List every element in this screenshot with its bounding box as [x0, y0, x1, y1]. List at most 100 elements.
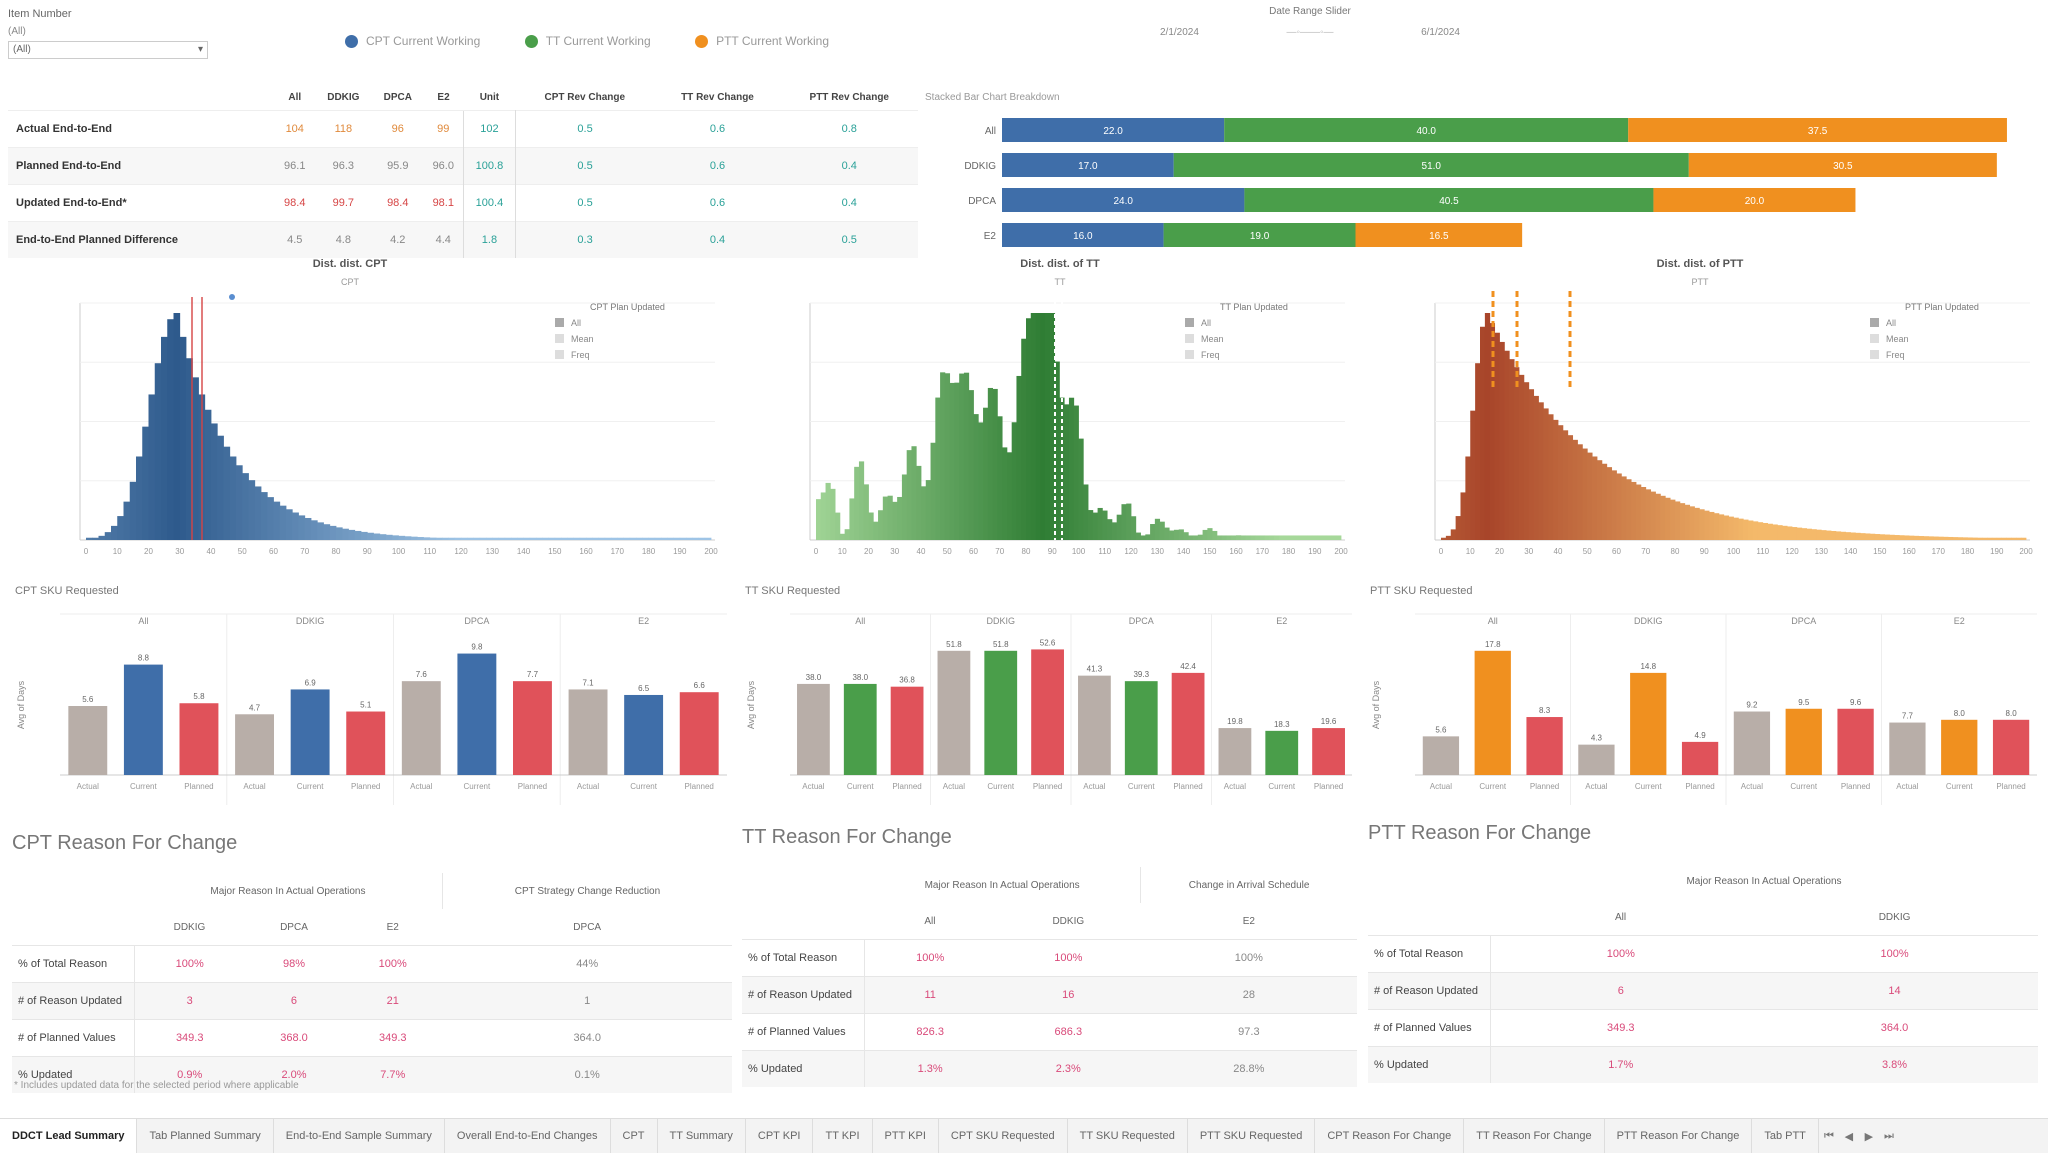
bar — [457, 653, 497, 775]
sheet-tab[interactable]: DDCT Lead Summary — [0, 1119, 138, 1153]
hist-title: Dist. dist. of TT — [1020, 258, 1100, 270]
prev-tab-icon[interactable]: ◀ — [1839, 1130, 1859, 1143]
bar-x-label: Current — [847, 782, 874, 791]
bar — [346, 711, 386, 775]
hist-tick-label: 100 — [1727, 547, 1741, 556]
hist-bar — [1948, 536, 1954, 540]
bar-x-label: Current — [1268, 782, 1295, 791]
hist-bar — [567, 537, 574, 540]
hist-bar — [1870, 533, 1876, 540]
hist-bar — [1650, 491, 1656, 540]
hist-bar — [1562, 430, 1569, 540]
hist-bar — [2016, 537, 2022, 540]
reason-row: % Updated 1.3% 2.3% 28.8% — [742, 1050, 1357, 1087]
bar — [1681, 741, 1719, 775]
hist-bar — [461, 537, 468, 540]
sheet-tab[interactable]: CPT — [611, 1119, 658, 1153]
hist-tick-label: 80 — [1671, 547, 1680, 556]
sheet-tab[interactable]: TT KPI — [813, 1119, 873, 1153]
reason-title: TT Reason For Change — [742, 826, 952, 848]
bar — [290, 689, 330, 775]
sheet-tab[interactable]: PTT SKU Requested — [1188, 1119, 1316, 1153]
sheet-tab[interactable]: CPT Reason For Change — [1315, 1119, 1465, 1153]
legend-item-tt[interactable]: TT Current Working — [524, 34, 651, 48]
next-tab-icon[interactable]: ▶ — [1859, 1130, 1879, 1143]
summary-col-header: CPT Rev Change — [544, 91, 626, 103]
sheet-tab[interactable]: PTT KPI — [873, 1119, 939, 1153]
bar — [843, 683, 877, 775]
hist-bar — [1528, 389, 1535, 540]
hist-bar — [1221, 535, 1227, 540]
hist-bar — [704, 537, 712, 540]
hist-bar — [1884, 534, 1890, 540]
hist-bar — [1840, 531, 1847, 540]
sheet-tab[interactable]: TT Reason For Change — [1464, 1119, 1605, 1153]
hist-bar — [1835, 531, 1842, 540]
hist-bar — [1441, 537, 1447, 540]
hist-bar — [317, 522, 324, 540]
summary-cell: 0.6 — [654, 147, 781, 185]
sheet-tab[interactable]: Tab PTT — [1752, 1119, 1819, 1153]
hist-bar — [1904, 535, 1910, 540]
range-start[interactable]: 2/1/2024 — [1160, 27, 1199, 38]
hist-bar — [386, 534, 393, 540]
bar-x-label: Planned — [1530, 782, 1559, 791]
hist-bar — [1738, 518, 1744, 540]
bar — [179, 703, 219, 775]
bar-value-label: 6.5 — [638, 684, 650, 693]
corner-cell — [12, 909, 134, 946]
ptt-histogram: Dist. dist. of PTT PTT 0 10 20 30 40 50 60 70 80 90… — [1434, 258, 2033, 556]
last-tab-icon[interactable]: ⏭ — [1879, 1130, 1899, 1143]
hist-bar — [1679, 503, 1686, 540]
range-track[interactable]: —◦——◦— — [1286, 27, 1333, 38]
hist-bar — [1145, 534, 1151, 540]
hist-legend-title: PTT Plan Updated — [1905, 302, 1979, 312]
sheet-tab[interactable]: PTT Reason For Change — [1605, 1119, 1753, 1153]
hist-tick-label: 70 — [300, 547, 309, 556]
hist-bar — [248, 480, 256, 540]
stacked-row-label: DPCA — [968, 196, 996, 207]
hist-bar — [1645, 489, 1652, 540]
bar — [568, 689, 608, 775]
bar-x-label: Actual — [1585, 782, 1607, 791]
reason-row: % of Total Reason 100% 98% 100% 44% — [12, 945, 732, 983]
sheet-tab[interactable]: TT Summary — [658, 1119, 746, 1153]
filter-select[interactable]: (All) ▾ — [8, 41, 208, 59]
bar-x-label: Current — [297, 782, 324, 791]
hist-bar — [854, 466, 860, 540]
sheet-tab[interactable]: CPT KPI — [746, 1119, 814, 1153]
hist-bar — [987, 387, 993, 540]
ptt-reason-section: PTT Reason For Change Major Reason In Ac… — [1368, 822, 2038, 1083]
hist-bar — [1307, 535, 1313, 540]
hist-tick-label: 190 — [1990, 547, 2004, 556]
bar-value-label: 42.4 — [1180, 662, 1196, 671]
hist-tick-label: 140 — [517, 547, 531, 556]
sheet-tab[interactable]: CPT SKU Requested — [939, 1119, 1068, 1153]
hist-bar — [858, 461, 865, 540]
hist-bar — [1558, 425, 1564, 540]
first-tab-icon[interactable]: ⏮ — [1819, 1130, 1839, 1143]
bar-x-label: Current — [987, 782, 1014, 791]
sheet-tab[interactable]: Tab Planned Summary — [137, 1119, 274, 1153]
legend-item-cpt[interactable]: CPT Current Working — [345, 34, 480, 48]
hist-bar — [98, 535, 106, 540]
hist-bar — [1207, 528, 1213, 540]
hist-bar — [1621, 476, 1627, 540]
range-end[interactable]: 6/1/2024 — [1421, 27, 1460, 38]
bar-value-label: 9.2 — [1746, 701, 1758, 710]
sheet-tab[interactable]: TT SKU Requested — [1068, 1119, 1188, 1153]
hist-bar — [142, 426, 149, 540]
bar-x-label: Planned — [1173, 782, 1202, 791]
hist-bar — [968, 390, 974, 540]
legend-item-ptt[interactable]: PTT Current Working — [695, 34, 829, 48]
hist-bar — [1068, 397, 1075, 540]
bar-value-label: 8.8 — [138, 654, 150, 663]
sheet-tab[interactable]: End-to-End Sample Summary — [274, 1119, 445, 1153]
filter-option[interactable]: (All) — [8, 26, 208, 37]
sheet-tab[interactable]: Overall End-to-End Changes — [445, 1119, 611, 1153]
bar — [1578, 744, 1615, 775]
hist-bar — [959, 373, 965, 540]
bar-chart-title: CPT SKU Requested — [15, 585, 119, 597]
hist-bar — [1801, 528, 1808, 540]
stacked-segment-label: 22.0 — [1103, 126, 1123, 137]
